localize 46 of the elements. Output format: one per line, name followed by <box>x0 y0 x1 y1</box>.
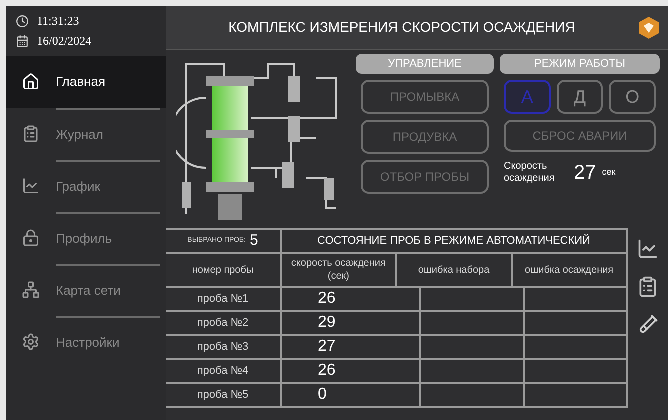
sidebar-item[interactable]: График <box>6 160 166 212</box>
clipboard-icon <box>22 125 40 143</box>
table-cell: 26 <box>282 360 422 384</box>
table-cell: проба №3 <box>166 336 282 360</box>
clock-icon <box>16 14 29 28</box>
table-cell: 29 <box>282 312 422 336</box>
column-header: ошибка набора <box>397 254 513 288</box>
hexagon-logo-icon[interactable] <box>638 16 660 40</box>
section-label: УПРАВЛЕНИЕ <box>356 54 494 74</box>
table-cell: 26 <box>282 288 422 312</box>
table-cell: 0 <box>282 384 422 408</box>
table-title: СОСТОЯНИЕ ПРОБ В РЕЖИМЕ АВТОМАТИЧЕСКИЙ <box>282 230 628 254</box>
speed-value: 27 <box>574 161 596 186</box>
chart-icon <box>22 177 40 195</box>
control-button[interactable]: ОТБОР ПРОБЫ <box>361 160 489 194</box>
section-label: РЕЖИМ РАБОТЫ <box>500 54 660 74</box>
sidebar-item[interactable]: Журнал <box>6 108 166 160</box>
table-cell: 27 <box>282 336 422 360</box>
home-icon <box>22 73 40 91</box>
table-cell: проба №2 <box>166 312 282 336</box>
column-header: номер пробы <box>166 254 282 288</box>
sidebar-item[interactable]: Карта сети <box>6 264 166 316</box>
sidebar-item[interactable]: Профиль <box>6 212 166 264</box>
mode-button[interactable]: Д <box>556 80 604 114</box>
sidebar-item[interactable]: Главная <box>6 56 166 108</box>
table-cell: проба №4 <box>166 360 282 384</box>
chart-icon[interactable] <box>637 238 659 260</box>
table-cell: проба №1 <box>166 288 282 312</box>
speed-label: Скорость осаждения <box>504 161 556 185</box>
mode-button[interactable]: О <box>609 80 656 114</box>
calendar-icon <box>16 34 29 48</box>
time-text: 11:31:23 <box>37 13 80 30</box>
clipboard-icon[interactable] <box>637 276 659 298</box>
column-header: скорость осаждения (сек) <box>282 254 398 288</box>
reset-alarm-button[interactable]: СБРОС АВАРИИ <box>504 120 656 152</box>
network-icon <box>22 281 40 299</box>
date-text: 16/02/2024 <box>37 33 92 50</box>
column-header: ошибка осаждения <box>512 254 628 288</box>
control-button[interactable]: ПРОМЫВКА <box>361 80 489 114</box>
sidebar-item[interactable]: Настройки <box>6 316 166 368</box>
speed-unit: сек <box>602 166 616 180</box>
header-title: КОМПЛЕКС ИЗМЕРЕНИЯ СКОРОСТИ ОСАЖДЕНИЯ <box>228 18 576 37</box>
lock-icon <box>22 229 40 247</box>
table-cell: проба №5 <box>166 384 282 408</box>
settings-icon <box>22 333 40 351</box>
control-button[interactable]: ПРОДУВКА <box>361 120 489 154</box>
